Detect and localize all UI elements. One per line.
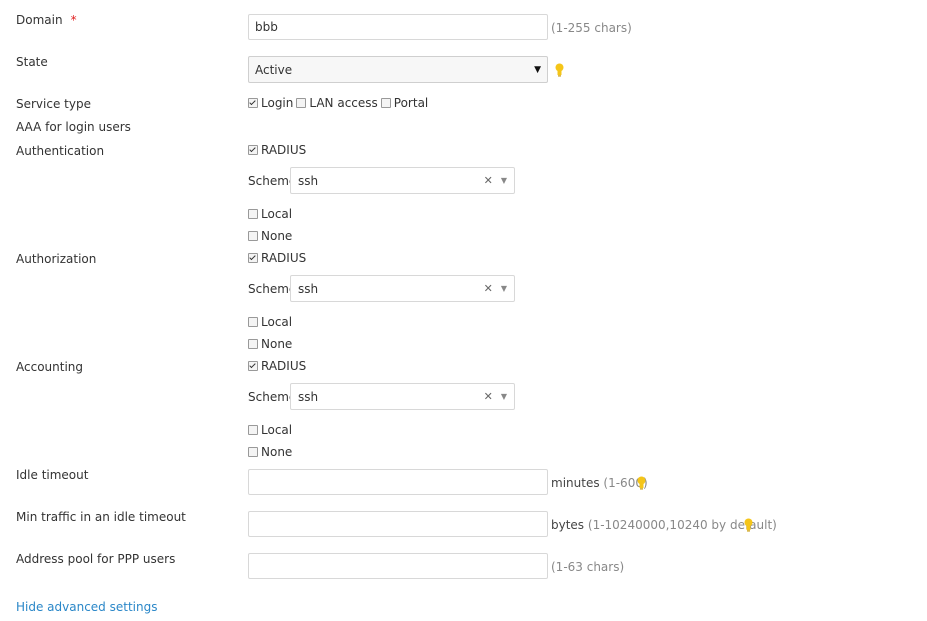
lightbulb-hint-icon[interactable]	[744, 518, 753, 532]
min-traffic-hint: bytes (1-10240000,10240 by default)	[551, 518, 777, 532]
aaa-heading: AAA for login users	[16, 120, 131, 134]
checkbox[interactable]	[248, 209, 258, 219]
state-selected-value: Active	[255, 62, 293, 77]
idle-timeout-label: Idle timeout	[16, 468, 89, 482]
checkbox[interactable]	[248, 231, 258, 241]
service-option-portal[interactable]: Portal	[380, 96, 428, 110]
checkbox[interactable]	[248, 145, 258, 155]
service-option-login[interactable]: Login	[248, 96, 293, 110]
authorization-none-option[interactable]: None	[248, 337, 292, 351]
caret-down-icon: ▼	[500, 392, 507, 401]
min-traffic-input[interactable]	[248, 511, 548, 537]
accounting-label: Accounting	[16, 360, 84, 374]
checkbox[interactable]	[248, 447, 258, 457]
clear-icon[interactable]: ✕	[484, 282, 493, 295]
service-type-options: Login LAN access Portal	[248, 96, 431, 110]
authorization-label: Authorization	[16, 252, 97, 266]
domain-hint: (1-255 chars)	[551, 21, 632, 35]
checkbox[interactable]	[248, 425, 258, 435]
address-pool-label: Address pool for PPP users	[16, 552, 176, 566]
accounting-local-option[interactable]: Local	[248, 423, 292, 437]
hide-advanced-settings-link[interactable]: Hide advanced settings	[16, 600, 157, 614]
checkbox[interactable]	[248, 317, 258, 327]
checkbox[interactable]	[248, 339, 258, 349]
checkbox[interactable]	[380, 98, 391, 108]
idle-timeout-input[interactable]	[248, 469, 548, 495]
lightbulb-hint-icon[interactable]	[637, 476, 646, 490]
authentication-label: Authentication	[16, 144, 105, 158]
service-type-label: Service type	[16, 97, 91, 111]
clear-icon[interactable]: ✕	[484, 390, 493, 403]
caret-down-icon: ▼	[500, 176, 507, 185]
authorization-radius-option[interactable]: RADIUS	[248, 251, 306, 265]
address-pool-hint: (1-63 chars)	[551, 560, 625, 574]
accounting-scheme-select[interactable]: ssh ✕ ▼	[290, 383, 515, 410]
authentication-scheme-select[interactable]: ssh ✕ ▼	[290, 167, 515, 194]
authentication-none-option[interactable]: None	[248, 229, 292, 243]
dropdown-arrow-icon: ▼	[534, 64, 541, 75]
accounting-none-option[interactable]: None	[248, 445, 292, 459]
domain-label: Domain *	[16, 13, 77, 27]
authorization-local-option[interactable]: Local	[248, 315, 292, 329]
checkbox[interactable]	[248, 253, 258, 263]
required-mark: *	[70, 13, 77, 27]
checkbox[interactable]	[248, 98, 258, 108]
authorization-scheme-select[interactable]: ssh ✕ ▼	[290, 275, 515, 302]
idle-timeout-hint: minutes (1-600)	[551, 476, 648, 490]
state-select[interactable]: Active ▼	[248, 56, 548, 83]
address-pool-input[interactable]	[248, 553, 548, 579]
caret-down-icon: ▼	[500, 284, 507, 293]
min-traffic-label: Min traffic in an idle timeout	[16, 510, 186, 524]
domain-input[interactable]	[248, 14, 548, 40]
clear-icon[interactable]: ✕	[484, 174, 493, 187]
checkbox[interactable]	[248, 361, 258, 371]
state-label: State	[16, 55, 48, 69]
accounting-radius-option[interactable]: RADIUS	[248, 359, 306, 373]
service-option-lan-access[interactable]: LAN access	[296, 96, 378, 110]
checkbox[interactable]	[296, 98, 307, 108]
authentication-local-option[interactable]: Local	[248, 207, 292, 221]
authentication-radius-option[interactable]: RADIUS	[248, 143, 306, 157]
lightbulb-hint-icon[interactable]	[555, 63, 564, 77]
